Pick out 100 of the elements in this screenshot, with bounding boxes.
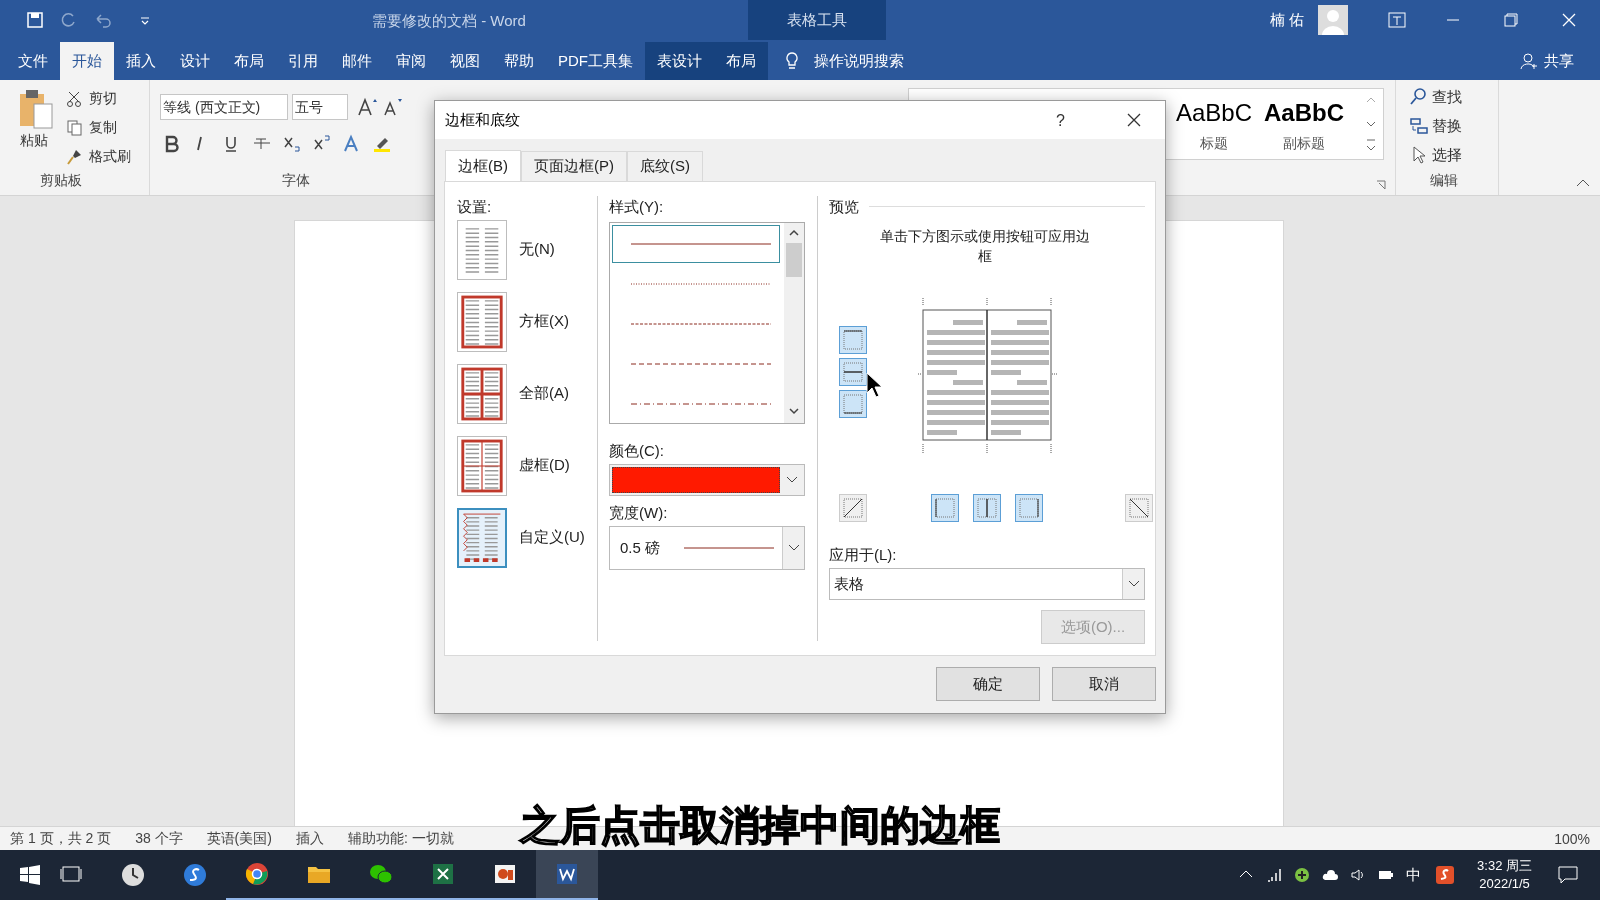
width-dropdown[interactable]: 0.5 磅 xyxy=(609,526,805,570)
border-toggle-button[interactable] xyxy=(973,494,1001,522)
user-name: 楠 佑 xyxy=(1269,9,1304,30)
setting-label[interactable]: 自定义(U) xyxy=(519,526,585,549)
status-item[interactable]: 第 1 页，共 2 页 xyxy=(10,828,112,849)
style-sample[interactable]: AaBbC xyxy=(1264,95,1344,131)
line-sample-icon xyxy=(684,546,775,550)
save-icon[interactable] xyxy=(26,11,44,29)
paste-icon[interactable] xyxy=(18,88,54,130)
windows-start-icon[interactable] xyxy=(20,865,40,885)
clipboard-command[interactable]: 剪切 xyxy=(89,88,117,109)
redo-icon[interactable] xyxy=(60,11,78,29)
diagonal-up-border-icon xyxy=(840,495,866,521)
setting-label[interactable]: 无(N) xyxy=(519,238,555,261)
replace-icon xyxy=(1410,117,1428,136)
apply-to-dropdown[interactable]: 表格 xyxy=(829,568,1145,600)
line-style-list[interactable] xyxy=(609,222,805,424)
border-toggle-button[interactable] xyxy=(931,494,959,522)
width-value: 0.5 磅 xyxy=(620,537,661,558)
section-label: 颜色(C): xyxy=(609,441,664,461)
clock-date[interactable]: 2022/1/5 xyxy=(1479,875,1530,893)
document-app-icon[interactable] xyxy=(555,862,579,886)
clock-time[interactable]: 3:32 周三 xyxy=(1477,857,1532,875)
help-button[interactable]: ? xyxy=(1056,109,1065,133)
status-item[interactable]: 辅助功能: 一切就 xyxy=(347,828,454,849)
ribbon-tab[interactable]: 布局 xyxy=(714,42,768,80)
wifi-icon[interactable] xyxy=(1266,867,1283,883)
editing-command[interactable]: 选择 xyxy=(1432,144,1462,167)
zoom-level[interactable]: 100% xyxy=(1554,829,1590,850)
editing-command[interactable]: 查找 xyxy=(1432,86,1462,109)
font-size-field[interactable]: 五号 xyxy=(292,94,348,120)
setting-label[interactable]: 方框(X) xyxy=(519,310,569,333)
share-button[interactable]: 共享 xyxy=(1544,50,1574,73)
ime-s-icon[interactable] xyxy=(1435,865,1456,885)
setting-label[interactable]: 虚框(D) xyxy=(519,454,570,477)
dialog-launcher-icon[interactable] xyxy=(1376,180,1386,190)
chevron-down-icon xyxy=(786,476,798,484)
plus-circle-icon[interactable] xyxy=(1294,867,1311,883)
brush-icon xyxy=(66,148,83,165)
color-dropdown[interactable] xyxy=(609,464,805,496)
line-sample-icon xyxy=(631,402,771,406)
cancel-button[interactable]: 取消 xyxy=(1052,667,1156,701)
status-item[interactable]: 38 个字 xyxy=(135,828,183,849)
paste-button[interactable]: 粘贴 xyxy=(20,130,48,151)
cloud-icon[interactable] xyxy=(1322,867,1339,883)
style-sample[interactable]: AaBbC xyxy=(1175,95,1252,131)
tell-me-search[interactable]: 操作说明搜索 xyxy=(814,49,904,73)
input-method-indicator[interactable]: 中 xyxy=(1406,863,1422,887)
group-label: 字体 xyxy=(282,171,310,190)
border-toggle-button[interactable] xyxy=(839,326,867,354)
customize-icon[interactable] xyxy=(140,15,150,25)
group-label: 编辑 xyxy=(1430,171,1458,190)
circle-s-app-icon[interactable] xyxy=(183,863,207,887)
right-border-icon xyxy=(1016,495,1042,521)
scrollbar-icon[interactable] xyxy=(784,223,804,423)
ribbon-tab[interactable]: 开始 xyxy=(60,42,114,80)
line-sample-icon xyxy=(631,322,771,326)
clipboard-command[interactable]: 复制 xyxy=(89,117,117,138)
cursor-icon xyxy=(1410,146,1428,165)
setting-option[interactable] xyxy=(457,508,507,568)
restore-icon[interactable] xyxy=(1504,13,1518,27)
editing-command[interactable]: 替换 xyxy=(1432,115,1462,138)
collapse-ribbon-icon[interactable] xyxy=(1576,178,1590,188)
ok-button[interactable]: 确定 xyxy=(936,667,1040,701)
ribbon-tab[interactable]: 表设计 xyxy=(645,42,714,80)
notification-icon[interactable] xyxy=(1558,866,1578,884)
section-label: 设置: xyxy=(457,197,492,217)
dialog-tab[interactable]: 页面边框(P) xyxy=(521,151,627,181)
setting-label[interactable]: 全部(A) xyxy=(519,382,569,405)
chevron-down-icon xyxy=(1127,580,1140,588)
border-toggle-button[interactable] xyxy=(839,390,867,418)
setting-option[interactable] xyxy=(457,292,507,352)
font-name-field[interactable]: 等线 (西文正文) xyxy=(160,94,288,120)
setting-option[interactable] xyxy=(457,364,507,424)
spreadsheet-app-icon[interactable] xyxy=(431,862,455,886)
ribbon-display-icon[interactable] xyxy=(1388,12,1406,28)
grid-borders-thumbnail-icon xyxy=(458,437,506,495)
dialog-tab[interactable]: 底纹(S) xyxy=(627,151,703,181)
context-tab-group: 表格工具 xyxy=(748,0,886,40)
chat-bubbles-icon[interactable] xyxy=(369,862,393,886)
style-name: 副标题 xyxy=(1283,134,1325,153)
line-style-option[interactable] xyxy=(612,225,780,263)
shrink-font-icon[interactable] xyxy=(382,96,404,118)
setting-option[interactable] xyxy=(457,436,507,496)
clipboard-command[interactable]: 格式刷 xyxy=(89,146,131,167)
browser-icon[interactable] xyxy=(245,862,269,886)
setting-option[interactable] xyxy=(457,220,507,280)
border-toggle-button[interactable] xyxy=(1015,494,1043,522)
border-toggle-button[interactable] xyxy=(839,358,867,386)
presentation-app-icon[interactable] xyxy=(493,862,517,886)
border-toggle-button[interactable] xyxy=(1125,494,1153,522)
copy-icon xyxy=(66,119,83,136)
border-toggle-button[interactable] xyxy=(839,494,867,522)
clock-app-icon[interactable] xyxy=(121,863,145,887)
close-icon[interactable] xyxy=(1127,113,1141,127)
status-item[interactable]: 插入 xyxy=(295,828,324,849)
dialog-tab[interactable]: 边框(B) xyxy=(445,150,521,182)
status-item[interactable]: 英语(美国) xyxy=(206,828,272,849)
line-sample-icon xyxy=(631,242,771,246)
grow-font-icon[interactable] xyxy=(356,96,378,118)
